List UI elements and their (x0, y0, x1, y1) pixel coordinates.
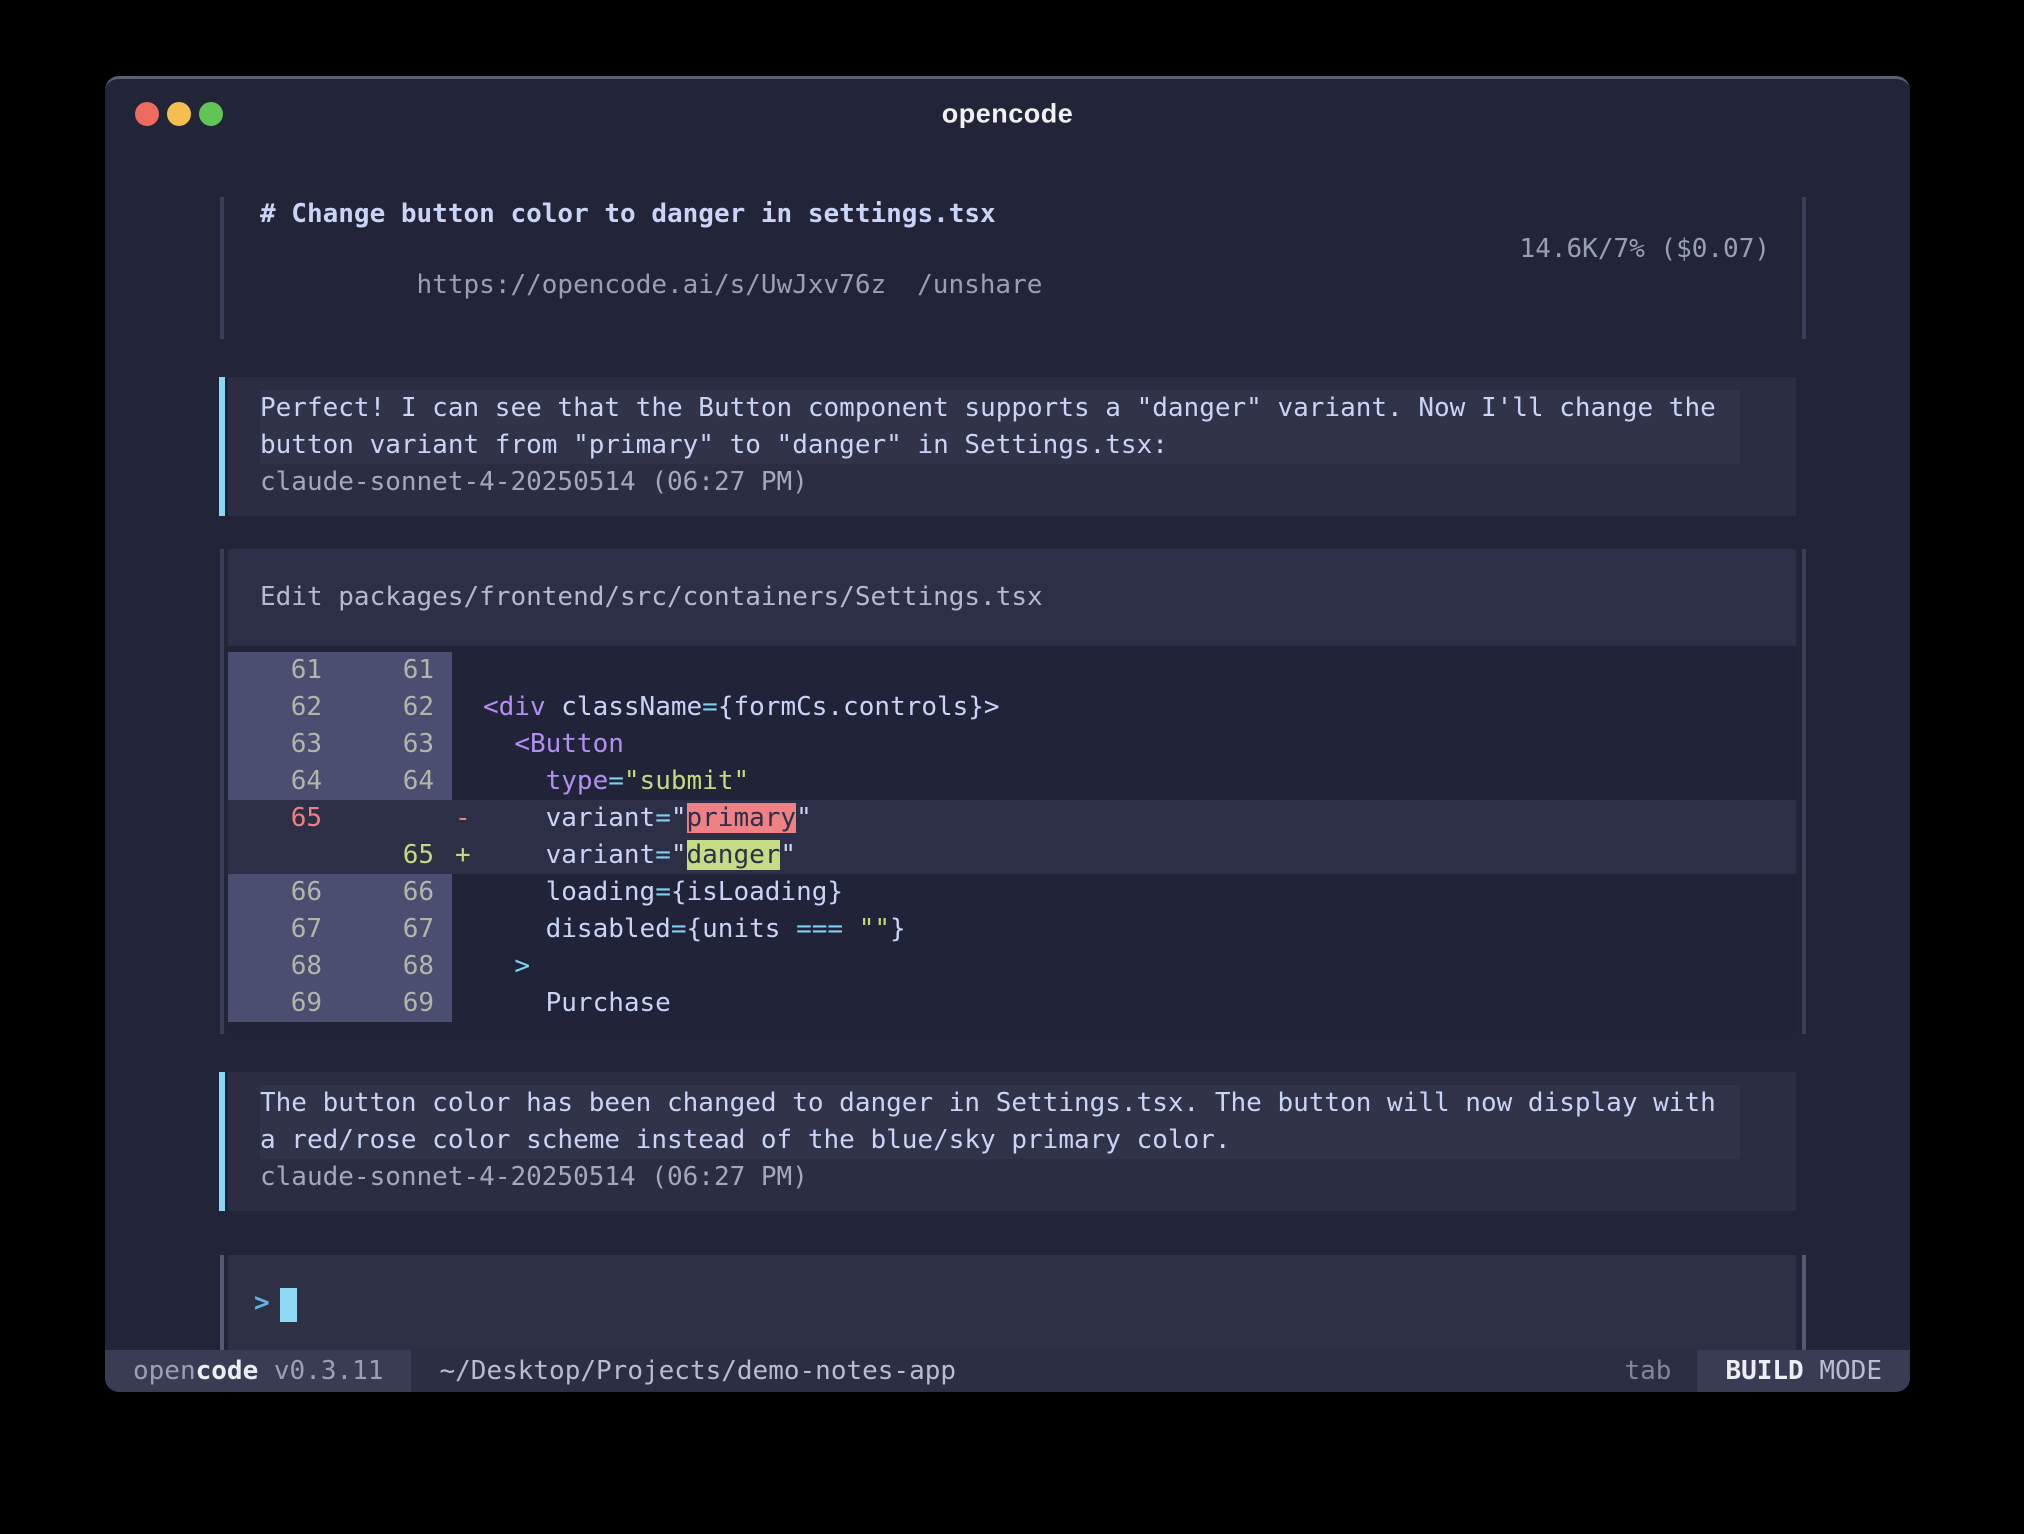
diff-row: 6262<div className={formCs.controls}> (228, 689, 1796, 726)
diff-row: 65- variant="primary" (228, 800, 1796, 837)
unshare-command[interactable]: /unshare (917, 270, 1042, 300)
divider (1802, 549, 1806, 1034)
app-version-segment: opencode v0.3.11 (105, 1350, 411, 1392)
working-directory: ~/Desktop/Projects/demo-notes-app (439, 1350, 956, 1392)
diff-row: 6767 disabled={units === ""} (228, 911, 1796, 948)
assistant-message: Perfect! I can see that the Button compo… (228, 377, 1796, 516)
divider (1802, 1255, 1806, 1352)
mode-switch-key[interactable]: tab (1624, 1350, 1671, 1392)
diff-row: 6161 (228, 652, 1796, 689)
session-header: # Change button color to danger in setti… (228, 197, 1796, 339)
message-accent-bar (219, 1072, 225, 1211)
message-text: The button color has been changed to dan… (260, 1085, 1740, 1159)
divider (220, 1255, 224, 1352)
conversation-area: # Change button color to danger in setti… (228, 197, 1796, 1392)
message-accent-bar (219, 377, 225, 516)
prompt-chevron: > (254, 1288, 270, 1318)
diff-row: 6969 Purchase (228, 985, 1796, 1022)
mode-badge[interactable]: BUILD MODE (1697, 1350, 1910, 1392)
divider (220, 549, 224, 1034)
assistant-message: The button color has been changed to dan… (228, 1072, 1796, 1211)
share-url-link[interactable]: https://opencode.ai/s/UwJxv76z (417, 270, 887, 300)
message-text: Perfect! I can see that the Button compo… (260, 390, 1740, 464)
diff-view: 61616262<div className={formCs.controls}… (228, 646, 1796, 1034)
text-cursor (280, 1288, 297, 1322)
diff-row: 6868 > (228, 948, 1796, 985)
diff-row: 6666 loading={isLoading} (228, 874, 1796, 911)
model-timestamp: claude-sonnet-4-20250514 (06:27 PM) (260, 464, 1740, 501)
share-url-row: https://opencode.ai/s/UwJxv76z/unshare (260, 231, 1042, 339)
session-title: # Change button color to danger in setti… (260, 197, 1796, 231)
diff-row: 65+ variant="danger" (228, 837, 1796, 874)
diff-row: 6363 <Button (228, 726, 1796, 763)
titlebar: opencode (105, 79, 1910, 149)
status-bar: opencode v0.3.11 ~/Desktop/Projects/demo… (105, 1350, 1910, 1392)
model-timestamp: claude-sonnet-4-20250514 (06:27 PM) (260, 1159, 1740, 1196)
token-cost-stats: 14.6K/7% ($0.07) (1520, 231, 1770, 339)
divider (220, 197, 224, 339)
opencode-window: opencode # Change button color to danger… (105, 76, 1910, 1392)
diff-row: 6464 type="submit" (228, 763, 1796, 800)
edit-tool-card: Edit packages/frontend/src/containers/Se… (228, 549, 1796, 1034)
edit-file-path: Edit packages/frontend/src/containers/Se… (228, 549, 1796, 646)
prompt-input[interactable]: > (228, 1255, 1796, 1352)
window-title: opencode (105, 99, 1910, 130)
brand: code (196, 1356, 259, 1386)
divider (1802, 197, 1806, 339)
